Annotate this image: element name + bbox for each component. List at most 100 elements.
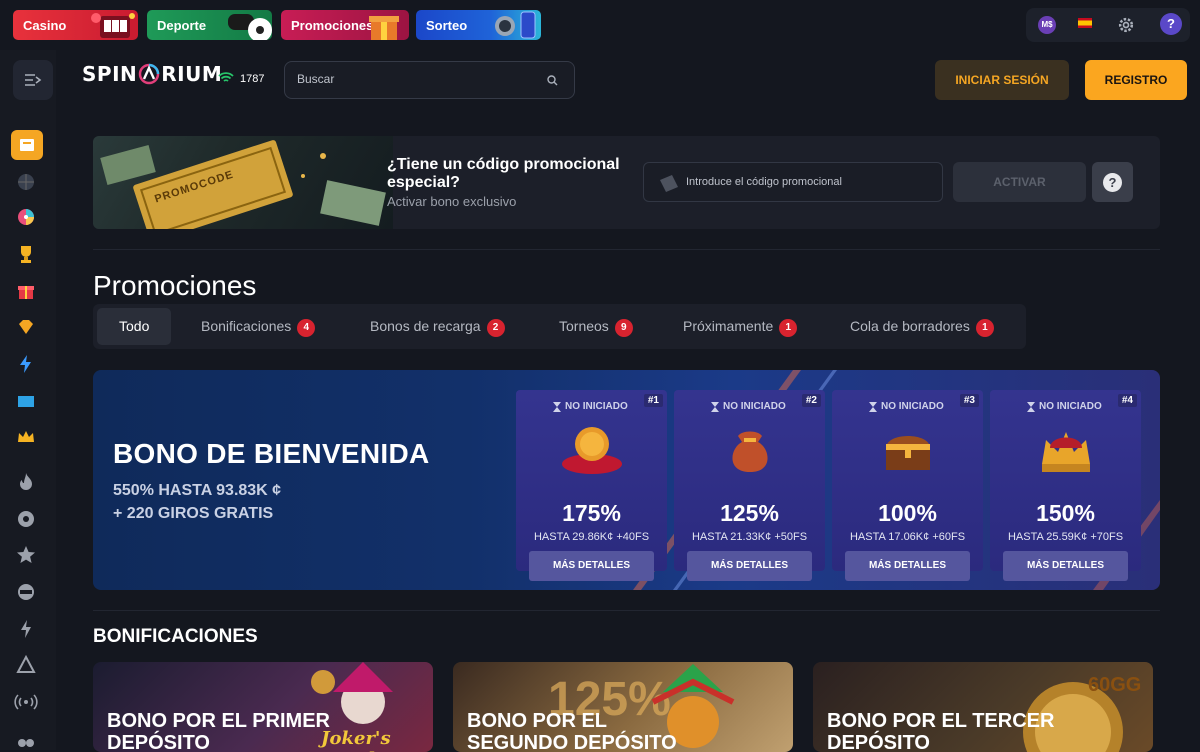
tab-torneos[interactable]: Torneos 9 [559,308,633,345]
bonus-number: #4 [1117,394,1137,407]
soccer-icon[interactable] [14,507,38,531]
wifi-icon [218,72,234,82]
hourglass-icon [1027,402,1035,412]
tab-label: Próximamente [683,318,774,334]
new-icon[interactable] [14,580,38,604]
bonus-third-deposit-card[interactable]: 60GG BONO POR EL TERCER DEPÓSITO [813,662,1153,752]
bonus-percent: 150% [1036,500,1095,526]
cards-icon[interactable] [14,389,38,413]
welcome-title: BONO DE BIENVENIDA [113,438,430,469]
menu-collapse-icon [25,74,42,86]
trophy-icon[interactable] [14,242,38,266]
sidebar-item-promotions[interactable] [11,130,43,160]
count-badge: 2 [486,319,505,337]
spinarium-logo[interactable]: SPIN RIUM [82,62,222,86]
more-details-button[interactable]: MÁS DETALLES [845,551,970,581]
register-button[interactable]: REGISTRO [1085,60,1187,100]
promo-code-field[interactable] [643,162,943,202]
divider [93,249,1160,250]
star-icon[interactable] [14,543,38,567]
tab-proximamente[interactable]: Próximamente 1 [683,308,798,345]
es-flag-icon[interactable] [1078,18,1092,28]
more-details-button[interactable]: MÁS DETALLES [529,551,654,581]
category-sorteo-label: Sorteo [426,18,468,33]
bolt-icon[interactable] [14,617,38,641]
tab-bonos-recarga[interactable]: Bonos de recarga 2 [370,308,505,345]
divider [93,610,1160,611]
promo-help-button[interactable]: ? [1092,162,1133,202]
hourglass-icon [553,402,561,412]
bonus-upto: HASTA 17.06K¢ +60FS [849,531,966,543]
count-badge: 1 [779,319,798,337]
bonus-status: NO INICIADO [881,401,944,412]
online-counter: 1787 [218,72,264,85]
gem-icon[interactable] [14,315,38,339]
bonus-card-4: NO INICIADO #4 150% HASTA 25.59K¢ +70FS … [990,390,1141,581]
more-details-button[interactable]: MÁS DETALLES [1003,551,1128,581]
tab-label: Cola de borradores [850,318,970,334]
hourglass-icon [711,402,719,412]
logo-ring-icon [139,63,160,85]
bonus-percent: 125% [720,500,779,526]
wheel-icon[interactable] [14,205,38,229]
live-icon[interactable] [14,690,38,714]
tab-label: Todo [119,318,150,334]
search-icon[interactable] [547,75,558,86]
help-chat-icon[interactable]: ? [1160,13,1182,35]
bonus-card-3: NO INICIADO #3 100% HASTA 17.06K¢ +60FS … [832,390,983,581]
gift-box-icon [369,16,399,40]
bonus-art-text: 60GG [1088,674,1142,696]
promo-subtitle: Activar bono exclusivo [387,194,517,209]
currency-selector[interactable]: M$ [1038,16,1056,34]
count-badge: 1 [975,319,994,337]
tab-label: Bonos de recarga [370,318,481,334]
count-badge: 9 [614,319,633,337]
crown-icon [1042,432,1090,472]
login-button[interactable]: INICIAR SESIÓN [935,60,1069,100]
aviator-icon[interactable] [14,653,38,677]
bonus-number: #3 [959,394,979,407]
tab-label: Bonificaciones [201,318,292,334]
category-sorteo[interactable]: Sorteo [416,10,541,40]
gamepad-ball-icon [228,14,272,40]
bonus-first-deposit-card[interactable]: Joker's Jewels BONO POR EL PRIMER DEPÓSI… [93,662,433,752]
flame-icon[interactable] [14,470,38,494]
bonus-number: #1 [643,394,663,407]
basketball-icon[interactable] [14,170,38,194]
promo-code-input[interactable] [686,176,926,188]
tab-bonificaciones[interactable]: Bonificaciones 4 [201,308,316,345]
treasure-chest-icon [886,436,930,470]
lightning-icon[interactable] [14,352,38,376]
promo-code-box: PROMOCODE ¿Tiene un código promocional e… [93,136,1160,229]
gear-icon[interactable] [1116,15,1136,35]
category-casino[interactable]: Casino [13,10,138,40]
bonus-card-2: NO INICIADO #2 125% HASTA 21.33K¢ +50FS … [674,390,825,581]
category-deporte[interactable]: Deporte [147,10,272,40]
category-promociones[interactable]: Promociones [281,10,409,40]
bonus-status: NO INICIADO [565,401,628,412]
category-casino-label: Casino [23,18,67,33]
search-input[interactable] [297,72,537,86]
tab-todo[interactable]: Todo [97,308,172,345]
welcome-bonus-banner: BONO DE BIENVENIDA 550% HASTA 93.83K ¢ +… [93,370,1160,590]
activate-button[interactable]: ACTIVAR [953,162,1086,202]
more-details-button[interactable]: MÁS DETALLES [687,551,812,581]
tab-label: Torneos [559,318,609,334]
gift-icon[interactable] [14,279,38,303]
menu-collapse-button[interactable] [13,60,53,100]
bonus-second-deposit-card[interactable]: 125% BONO POR EL SEGUNDO DEPÓSITO [453,662,793,752]
welcome-line2: + 220 GIROS GRATIS [113,505,274,522]
bonus-status: NO INICIADO [1039,401,1102,412]
search-box[interactable] [284,61,575,99]
money-bag-icon [732,431,768,472]
bonus-card-title: BONO POR EL SEGUNDO DEPÓSITO [467,710,677,752]
bonus-card-1: NO INICIADO #1 175% HASTA 29.86K¢ +40FS … [516,390,667,581]
bonus-upto: HASTA 25.59K¢ +70FS [1007,531,1124,543]
promo-tabs: Todo Bonificaciones 4 Bonos de recarga 2 T… [93,304,1026,349]
question-icon: ? [1103,173,1122,192]
cherries-icon[interactable] [14,726,38,750]
hourglass-icon [869,402,877,412]
crown-icon[interactable] [14,425,38,449]
tab-cola-borradores[interactable]: Cola de borradores 1 [850,308,994,345]
page-title: Promociones [93,270,257,301]
